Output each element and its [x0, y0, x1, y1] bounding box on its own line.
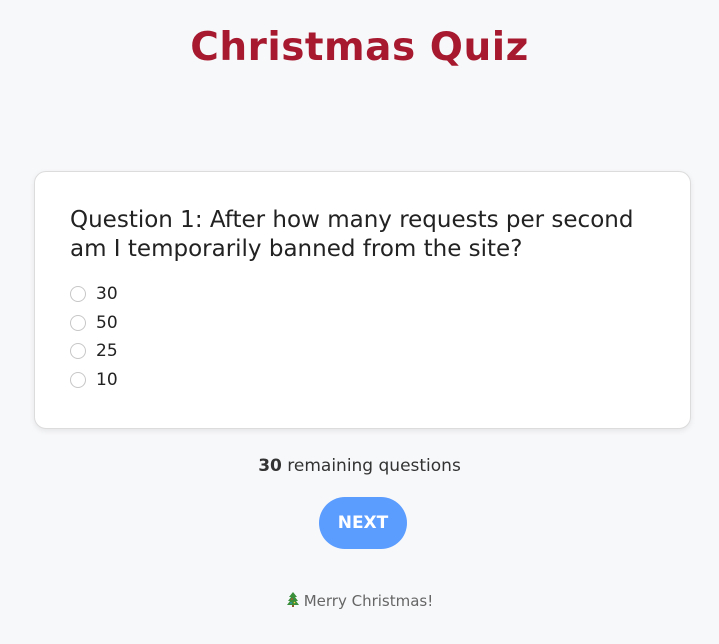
- remaining-label: remaining questions: [281, 456, 461, 476]
- question-card: Question 1: After how many requests per …: [34, 171, 691, 429]
- footer: Merry Christmas!: [0, 592, 719, 611]
- answer-label: 50: [96, 312, 118, 333]
- remaining-questions: 30 remaining questions: [0, 456, 719, 476]
- radio-button[interactable]: [70, 314, 86, 331]
- answer-label: 30: [96, 284, 118, 305]
- page-title: Christmas Quiz: [190, 25, 529, 70]
- radio-button[interactable]: [70, 343, 86, 360]
- answer-label: 10: [96, 369, 118, 390]
- radio-button[interactable]: [70, 371, 86, 388]
- radio-button[interactable]: [70, 286, 86, 303]
- remaining-count: 30: [258, 456, 282, 476]
- answer-option-2[interactable]: 50: [70, 309, 118, 338]
- christmas-tree-icon: [286, 592, 300, 611]
- answer-options: 30 50 25 10: [70, 280, 118, 394]
- answer-option-4[interactable]: 10: [70, 366, 118, 395]
- next-button[interactable]: NEXT: [319, 497, 407, 549]
- answer-label: 25: [96, 341, 118, 362]
- answer-option-1[interactable]: 30: [70, 280, 118, 309]
- answer-option-3[interactable]: 25: [70, 337, 118, 366]
- footer-text: Merry Christmas!: [303, 592, 434, 610]
- question-text: Question 1: After how many requests per …: [70, 207, 634, 262]
